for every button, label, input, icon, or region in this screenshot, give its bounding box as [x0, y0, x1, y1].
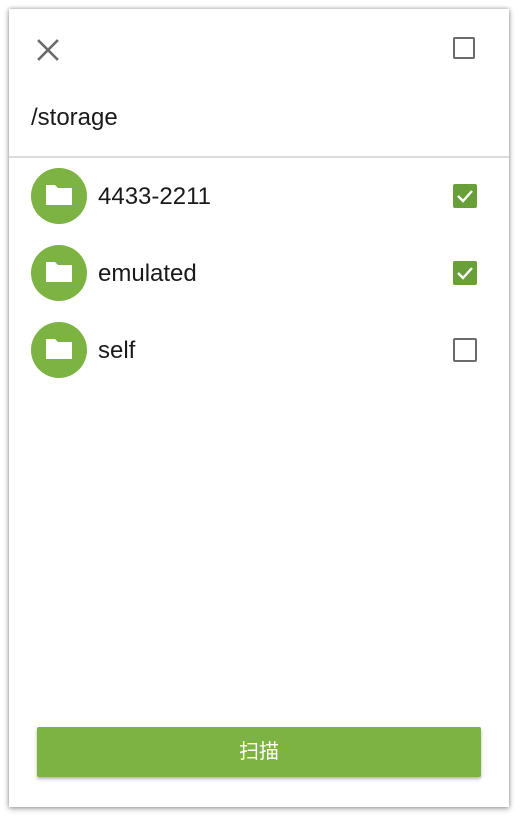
scan-button[interactable]: 扫描 [37, 727, 481, 777]
folder-name: emulated [98, 260, 197, 287]
check-icon [457, 267, 473, 280]
folder-name: 4433-2211 [98, 183, 211, 210]
dialog-header: /storage [9, 9, 509, 158]
folder-picker-dialog: /storage 4433-2211 emulated self 扫描 [9, 9, 509, 807]
folder-icon [46, 185, 72, 205]
current-path: /storage [31, 104, 118, 131]
folder-icon [46, 339, 72, 359]
list-item-self[interactable]: self [9, 312, 509, 390]
check-icon [457, 190, 473, 203]
folder-checkbox[interactable] [453, 184, 477, 208]
list-item-emulated[interactable]: emulated [9, 235, 509, 313]
folder-avatar [31, 322, 87, 378]
close-button[interactable] [33, 35, 63, 65]
folder-checkbox[interactable] [453, 338, 477, 362]
close-icon [37, 39, 59, 61]
folder-avatar [31, 168, 87, 224]
folder-name: self [98, 337, 136, 364]
folder-checkbox[interactable] [453, 261, 477, 285]
list-item-4433-2211[interactable]: 4433-2211 [9, 158, 509, 236]
select-all-checkbox[interactable] [453, 37, 475, 59]
folder-icon [46, 262, 72, 282]
folder-avatar [31, 245, 87, 301]
